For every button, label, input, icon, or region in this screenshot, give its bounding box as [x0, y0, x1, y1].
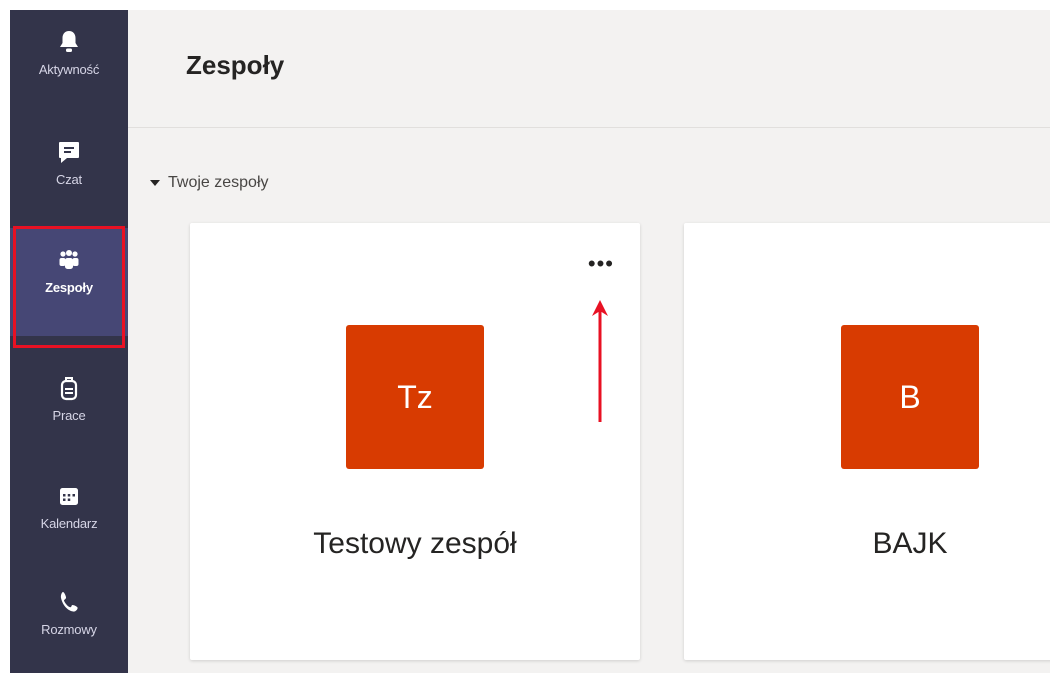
- team-name: BAJK: [872, 527, 948, 560]
- rail-item-teams[interactable]: Zespoły: [10, 228, 128, 336]
- team-avatar: Tz: [346, 325, 484, 469]
- calendar-icon: [60, 488, 78, 505]
- rail-item-label: Rozmowy: [41, 622, 97, 637]
- your-teams-section-toggle[interactable]: Twoje zespoły: [150, 174, 269, 192]
- more-options-button[interactable]: •••: [588, 253, 614, 275]
- bell-icon: [60, 31, 78, 52]
- rail-item-label: Zespoły: [45, 280, 93, 295]
- section-label: Twoje zespoły: [168, 174, 269, 191]
- chat-icon: [59, 142, 79, 163]
- app-rail: Aktywność Czat Zespoły Prace Kalendarz R…: [10, 10, 128, 673]
- rail-item-label: Prace: [52, 408, 86, 423]
- team-name: Testowy zespół: [313, 527, 517, 560]
- page-title: Zespoły: [186, 50, 285, 80]
- page-header: Zespoły: [128, 10, 1050, 128]
- rail-item-label: Kalendarz: [40, 516, 98, 531]
- rail-item-assignments[interactable]: Prace: [10, 356, 128, 464]
- rail-item-label: Aktywność: [38, 62, 100, 77]
- teams-app: Aktywność Czat Zespoły Prace Kalendarz R…: [0, 0, 1050, 673]
- phone-icon: [60, 592, 78, 612]
- rail-item-activity[interactable]: Aktywność: [10, 10, 128, 118]
- rail-item-calendar[interactable]: Kalendarz: [10, 464, 128, 572]
- team-card[interactable]: B BAJK: [684, 223, 1050, 660]
- rail-item-chat[interactable]: Czat: [10, 120, 128, 228]
- caret-down-icon: [150, 180, 160, 186]
- teams-icon: [59, 250, 79, 269]
- backpack-icon: [60, 377, 78, 401]
- rail-item-calls[interactable]: Rozmowy: [10, 570, 128, 673]
- team-card[interactable]: ••• Tz Testowy zespół: [190, 223, 640, 660]
- rail-item-label: Czat: [56, 172, 82, 187]
- team-avatar: B: [841, 325, 979, 469]
- main-content: Zespoły Twoje zespoły ••• Tz Testowy zes…: [128, 10, 1050, 673]
